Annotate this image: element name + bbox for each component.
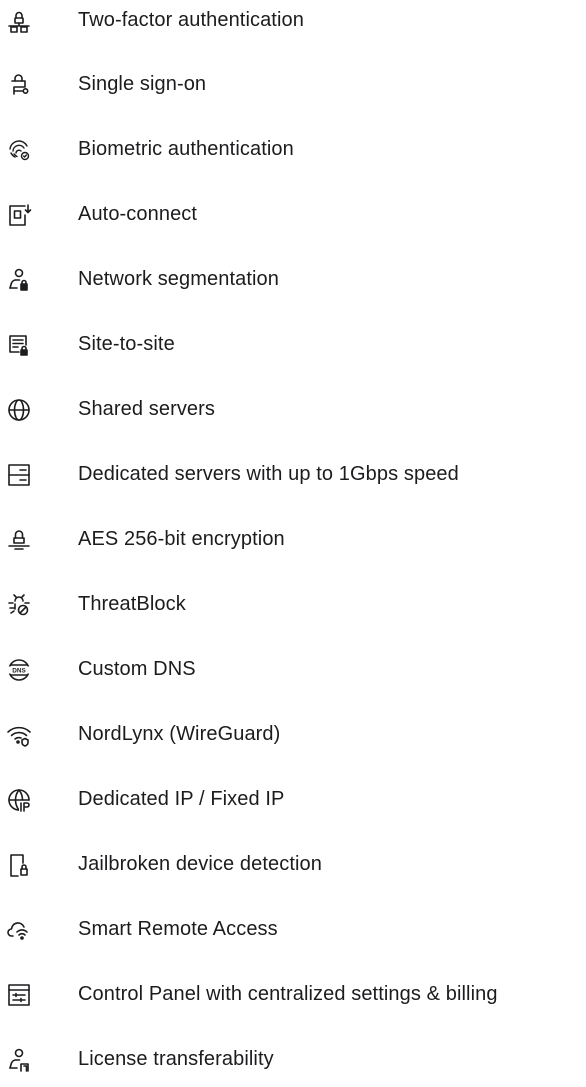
globe-icon [6, 397, 32, 423]
feature-label: ThreatBlock [78, 593, 186, 615]
list-item: License transferability [0, 1039, 586, 1079]
list-item: Auto-connect [0, 194, 586, 234]
svg-text:DNS: DNS [12, 668, 26, 675]
list-item: Network segmentation [0, 259, 586, 299]
feature-label: Network segmentation [78, 268, 279, 290]
dns-globe-icon: DNS [6, 657, 32, 683]
list-item: DNS Custom DNS [0, 649, 586, 689]
list-item: Jailbroken device detection [0, 844, 586, 884]
feature-label: Shared servers [78, 398, 216, 420]
feature-label: Custom DNS [78, 658, 196, 680]
feature-label: Single sign-on [78, 73, 207, 95]
list-item: Shared servers [0, 389, 586, 429]
feature-label: Control Panel with centralized settings … [78, 983, 498, 1005]
site-lock-icon [6, 332, 32, 358]
list-item: Biometric authentication [0, 129, 586, 169]
list-item: NordLynx (WireGuard) [0, 714, 586, 754]
globe-ip-icon [6, 787, 32, 813]
feature-label: Auto-connect [78, 203, 198, 225]
feature-label: License transferability [78, 1048, 274, 1070]
list-item: AES 256-bit encryption [0, 519, 586, 559]
user-lock-icon [6, 267, 32, 293]
list-item: Single sign-on [0, 64, 586, 104]
list-item: Dedicated IP / Fixed IP [0, 779, 586, 819]
threat-block-icon [6, 592, 32, 618]
control-panel-icon [6, 982, 32, 1008]
feature-label: Two-factor authentication [78, 9, 304, 31]
server-icon [6, 462, 32, 488]
cloud-wifi-icon [6, 917, 32, 943]
feature-label: NordLynx (WireGuard) [78, 723, 281, 745]
single-sign-on-icon [6, 72, 32, 98]
two-factor-lock-icon [6, 8, 32, 34]
feature-label: Biometric authentication [78, 138, 294, 160]
device-lock-icon [6, 852, 32, 878]
list-item: ThreatBlock [0, 584, 586, 624]
list-item: Control Panel with centralized settings … [0, 974, 586, 1014]
list-item: Site-to-site [0, 324, 586, 364]
list-item: Two-factor authentication [0, 0, 586, 40]
auto-connect-icon [6, 202, 32, 228]
feature-label: Smart Remote Access [78, 918, 278, 940]
encryption-lock-icon [6, 527, 32, 553]
feature-label: Jailbroken device detection [78, 853, 322, 875]
feature-label: Dedicated IP / Fixed IP [78, 788, 285, 810]
feature-label: Dedicated servers with up to 1Gbps speed [78, 463, 459, 485]
feature-label: AES 256-bit encryption [78, 528, 285, 550]
list-item: Dedicated servers with up to 1Gbps speed [0, 454, 586, 494]
list-item: Smart Remote Access [0, 909, 586, 949]
wifi-shield-icon [6, 722, 32, 748]
fingerprint-icon [6, 137, 32, 163]
feature-label: Site-to-site [78, 333, 175, 355]
user-license-icon [6, 1047, 32, 1073]
